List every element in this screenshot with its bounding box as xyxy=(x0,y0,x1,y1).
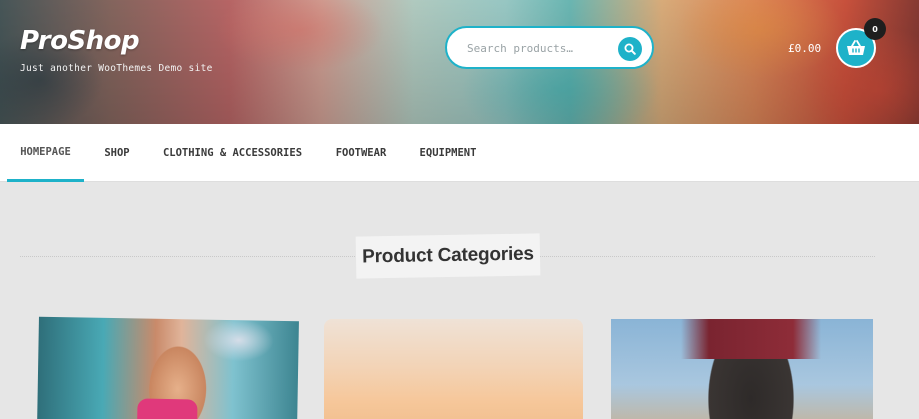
section-title: Product Categories xyxy=(355,233,541,279)
category-card-image[interactable] xyxy=(37,316,299,419)
search-icon xyxy=(624,43,636,55)
site-branding: ProShop Just another WooThemes Demo site xyxy=(20,26,213,74)
nav-item-footwear[interactable]: FOOTWEAR xyxy=(328,124,394,182)
search-input[interactable] xyxy=(467,39,617,57)
nav-item-shop[interactable]: SHOP xyxy=(97,124,137,182)
cart-count-badge: 0 xyxy=(864,18,886,40)
nav-item-equipment[interactable]: EQUIPMENT xyxy=(412,124,484,182)
primary-navigation: HOMEPAGE SHOP CLOTHING & ACCESSORIES FOO… xyxy=(0,124,919,182)
cart-total[interactable]: £0.00 xyxy=(788,42,821,55)
category-card-image[interactable] xyxy=(324,319,583,419)
site-tagline: Just another WooThemes Demo site xyxy=(20,63,213,74)
product-search xyxy=(445,26,654,69)
basket-icon xyxy=(847,40,865,55)
category-card-image[interactable] xyxy=(611,319,873,419)
site-title-link[interactable]: ProShop xyxy=(20,26,213,56)
site-header: ProShop Just another WooThemes Demo site… xyxy=(0,0,919,124)
nav-item-homepage[interactable]: HOMEPAGE xyxy=(7,124,84,182)
main-content: Product Categories xyxy=(0,183,919,419)
search-button[interactable] xyxy=(618,37,642,61)
nav-item-clothing-accessories[interactable]: CLOTHING & ACCESSORIES xyxy=(155,124,310,182)
